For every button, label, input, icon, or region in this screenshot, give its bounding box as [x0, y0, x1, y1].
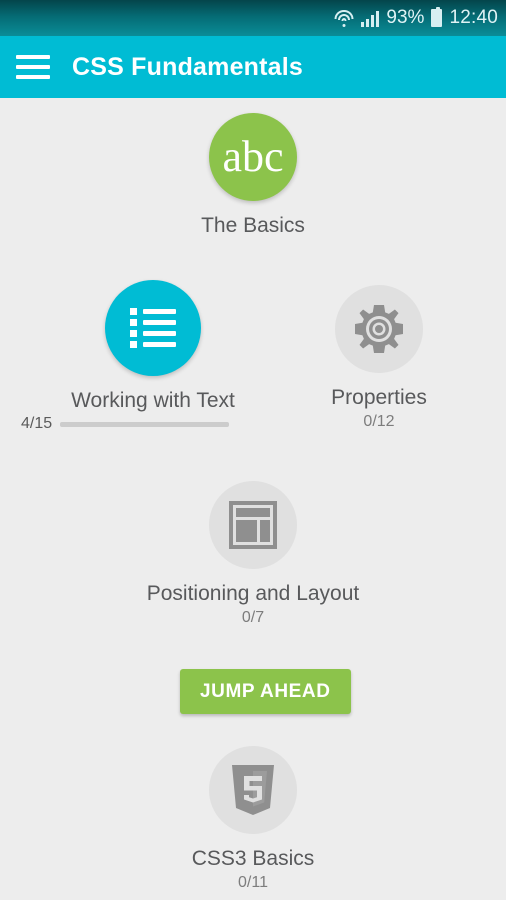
page-layout-icon [209, 481, 297, 569]
gear-icon [335, 285, 423, 373]
action-bar: CSS Fundamentals [0, 36, 506, 98]
progress-bar-track [60, 421, 230, 427]
status-bar: 93% 12:40 [0, 0, 506, 36]
jump-ahead-button[interactable]: JUMP AHEAD [180, 669, 351, 714]
course-node-working-with-text[interactable]: Working with Text [53, 280, 253, 413]
node-label: CSS3 Basics [191, 847, 315, 870]
battery-icon [431, 7, 443, 27]
page-title: CSS Fundamentals [72, 52, 304, 81]
wifi-icon [334, 9, 354, 27]
course-node-positioning-and-layout[interactable]: Positioning and Layout 0/7 [143, 481, 363, 627]
node-label: Properties [331, 386, 427, 409]
progress-working-with-text: 4/15 [21, 415, 230, 433]
node-label: Working with Text [71, 389, 235, 412]
node-count: 0/11 [238, 874, 268, 891]
gear-icon-svg [355, 305, 403, 353]
course-node-the-basics[interactable]: abc The Basics [201, 113, 305, 238]
clock-label: 12:40 [449, 7, 498, 28]
course-node-css3-basics[interactable]: CSS3 Basics 0/11 [190, 746, 316, 892]
css3-shield-icon-svg [232, 765, 274, 815]
app-root: 93% 12:40 CSS Fundamentals abc The Basic… [0, 0, 506, 900]
course-map: abc The Basics Working with Text 4/15 Pr… [0, 98, 506, 900]
progress-label: 4/15 [21, 415, 53, 432]
signal-icon [360, 10, 380, 27]
bulleted-list-icon [105, 280, 201, 376]
hamburger-menu-icon[interactable] [16, 55, 50, 79]
abc-text-icon: abc [209, 113, 297, 201]
node-label: Positioning and Layout [146, 582, 360, 605]
css3-shield-icon [209, 746, 297, 834]
node-count: 0/7 [241, 609, 265, 626]
node-count: 0/12 [363, 413, 395, 430]
course-node-properties[interactable]: Properties 0/12 [319, 285, 439, 431]
battery-percent-label: 93% [386, 7, 425, 28]
node-label: The Basics [201, 214, 305, 237]
